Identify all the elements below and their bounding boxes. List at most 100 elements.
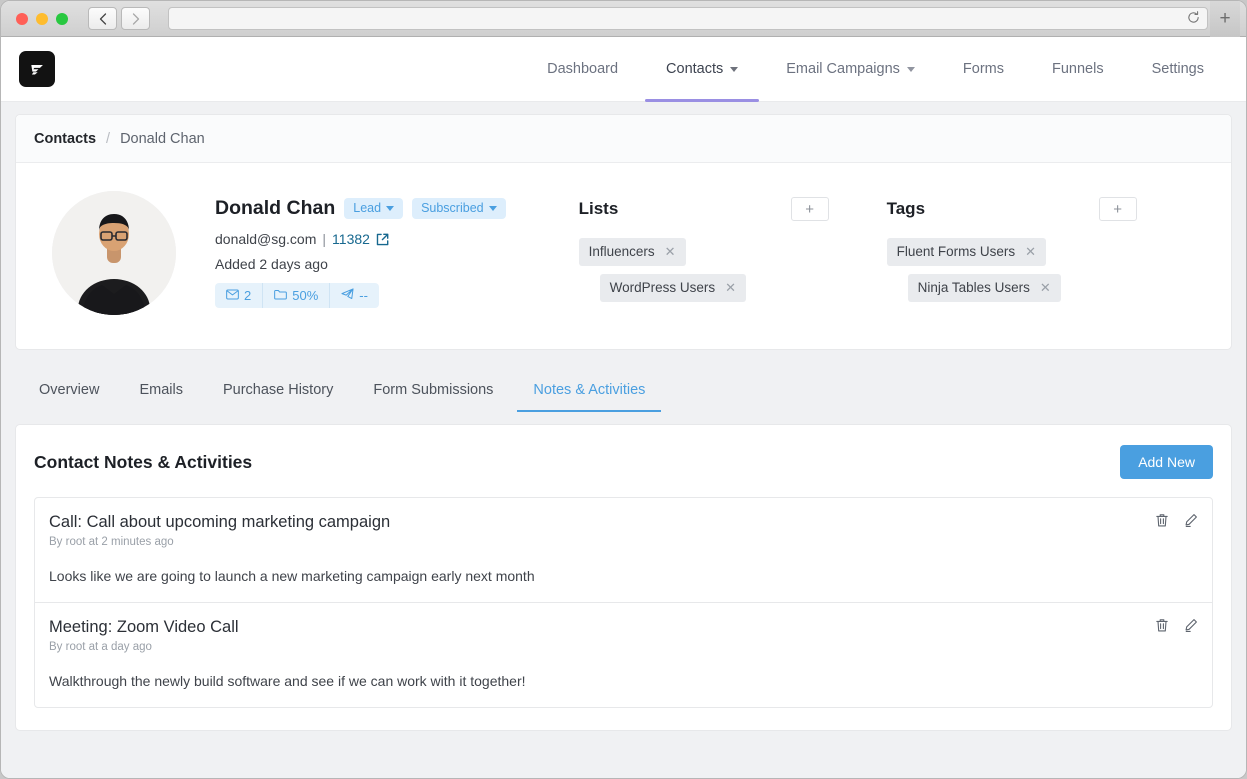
add-new-button[interactable]: Add New — [1120, 445, 1213, 479]
stat-emails[interactable]: 2 — [215, 283, 263, 308]
notes-card: Contact Notes & Activities Add New Call:… — [15, 424, 1232, 731]
nav-label: Email Campaigns — [786, 61, 900, 77]
list-chip-label: WordPress Users — [610, 280, 716, 295]
lists-title: Lists — [579, 199, 619, 219]
note-body: Walkthrough the newly build software and… — [49, 673, 1198, 689]
email-id-separator: | — [322, 231, 326, 247]
add-list-button[interactable]: + — [791, 197, 829, 221]
tab-emails[interactable]: Emails — [119, 368, 203, 412]
contact-id-link[interactable]: 11382 — [332, 231, 370, 247]
tab-label: Form Submissions — [373, 382, 493, 398]
nav-item-forms[interactable]: Forms — [939, 37, 1028, 102]
list-chip[interactable]: Influencers ✕ — [579, 238, 686, 266]
browser-window: + Dashboard Contacts Email Campaigns For… — [0, 0, 1247, 779]
chevron-down-icon — [489, 206, 497, 211]
note-item: Call: Call about upcoming marketing camp… — [35, 498, 1212, 602]
tags-title: Tags — [887, 199, 925, 219]
tab-notes-activities[interactable]: Notes & Activities — [513, 368, 665, 412]
note-actions — [1155, 513, 1198, 528]
reload-icon[interactable] — [1187, 11, 1200, 26]
note-body: Looks like we are going to launch a new … — [49, 568, 1198, 584]
main-navigation: Dashboard Contacts Email Campaigns Forms… — [523, 37, 1228, 102]
nav-label: Contacts — [666, 61, 723, 77]
lists-tags-panels: Lists + Influencers ✕ WordPress Users ✕ — [579, 191, 1137, 315]
contact-profile: Donald Chan Lead Subscribed donald@sg.co… — [16, 163, 1231, 349]
note-meta: By root at 2 minutes ago — [49, 536, 1198, 548]
nav-item-settings[interactable]: Settings — [1128, 37, 1228, 102]
avatar — [52, 191, 176, 315]
browser-chrome: + — [1, 1, 1246, 37]
pencil-icon[interactable] — [1184, 513, 1198, 528]
tag-chip[interactable]: Fluent Forms Users ✕ — [887, 238, 1046, 266]
folder-icon — [274, 288, 287, 303]
tab-label: Overview — [39, 382, 99, 398]
tab-form-submissions[interactable]: Form Submissions — [353, 368, 513, 412]
status-badge-label: Lead — [353, 201, 381, 215]
note-meta: By root at a day ago — [49, 641, 1198, 653]
nav-label: Settings — [1152, 61, 1204, 77]
minimize-window-button[interactable] — [36, 13, 48, 25]
tag-chip-label: Ninja Tables Users — [918, 280, 1030, 295]
app-header: Dashboard Contacts Email Campaigns Forms… — [1, 37, 1246, 102]
forward-button[interactable] — [121, 7, 150, 30]
remove-list-icon[interactable]: ✕ — [725, 281, 736, 294]
contact-email: donald@sg.com — [215, 231, 316, 247]
contact-email-row: donald@sg.com | 11382 — [215, 231, 506, 247]
tags-panel: Tags + Fluent Forms Users ✕ Ninja Tables… — [887, 197, 1137, 315]
breadcrumb-root[interactable]: Contacts — [34, 131, 96, 147]
list-chip[interactable]: WordPress Users ✕ — [600, 274, 746, 302]
nav-label: Dashboard — [547, 61, 618, 77]
nav-label: Funnels — [1052, 61, 1104, 77]
browser-nav-buttons — [88, 7, 150, 30]
chevron-down-icon — [386, 206, 394, 211]
note-title: Meeting: Zoom Video Call — [49, 618, 1198, 637]
breadcrumb: Contacts / Donald Chan — [16, 115, 1231, 163]
remove-list-icon[interactable]: ✕ — [665, 245, 676, 258]
pencil-icon[interactable] — [1184, 618, 1198, 633]
nav-item-email-campaigns[interactable]: Email Campaigns — [762, 37, 939, 102]
stat-open-rate[interactable]: 50% — [263, 283, 330, 308]
remove-tag-icon[interactable]: ✕ — [1040, 281, 1051, 294]
contact-profile-card: Contacts / Donald Chan — [15, 114, 1232, 350]
nav-item-contacts[interactable]: Contacts — [642, 37, 762, 102]
fluentcrm-logo-icon[interactable] — [19, 51, 55, 87]
notes-header: Contact Notes & Activities Add New — [34, 445, 1213, 479]
stat-click-rate[interactable]: -- — [330, 283, 379, 308]
tab-purchase-history[interactable]: Purchase History — [203, 368, 353, 412]
tags-panel-header: Tags + — [887, 197, 1137, 221]
new-tab-button[interactable]: + — [1210, 1, 1240, 37]
nav-label: Forms — [963, 61, 1004, 77]
nav-item-dashboard[interactable]: Dashboard — [523, 37, 642, 102]
chevron-down-icon — [907, 67, 915, 72]
page-body: Contacts / Donald Chan — [1, 102, 1246, 779]
notes-title: Contact Notes & Activities — [34, 452, 252, 473]
envelope-icon — [226, 288, 239, 303]
tab-overview[interactable]: Overview — [19, 368, 119, 412]
address-bar[interactable] — [168, 7, 1208, 30]
tab-label: Emails — [139, 382, 183, 398]
contact-tabs: Overview Emails Purchase History Form Su… — [15, 368, 1232, 412]
tag-chip[interactable]: Ninja Tables Users ✕ — [908, 274, 1061, 302]
maximize-window-button[interactable] — [56, 13, 68, 25]
status-badge-lead[interactable]: Lead — [344, 198, 403, 219]
tag-chip-label: Fluent Forms Users — [897, 244, 1016, 259]
add-tag-button[interactable]: + — [1099, 197, 1137, 221]
trash-icon[interactable] — [1155, 513, 1169, 528]
lists-panel: Lists + Influencers ✕ WordPress Users ✕ — [579, 197, 829, 315]
status-badge-subscribed[interactable]: Subscribed — [412, 198, 506, 219]
paper-plane-icon — [341, 288, 354, 303]
nav-item-funnels[interactable]: Funnels — [1028, 37, 1128, 102]
close-window-button[interactable] — [16, 13, 28, 25]
status-badge-label: Subscribed — [421, 201, 484, 215]
notes-list: Call: Call about upcoming marketing camp… — [34, 497, 1213, 708]
breadcrumb-separator: / — [106, 131, 110, 147]
contact-added-date: Added 2 days ago — [215, 256, 506, 272]
contact-name-row: Donald Chan Lead Subscribed — [215, 197, 506, 220]
breadcrumb-current: Donald Chan — [120, 131, 205, 147]
trash-icon[interactable] — [1155, 618, 1169, 633]
external-link-icon[interactable] — [376, 233, 389, 246]
back-button[interactable] — [88, 7, 117, 30]
list-chip-label: Influencers — [589, 244, 655, 259]
lists-panel-header: Lists + — [579, 197, 829, 221]
remove-tag-icon[interactable]: ✕ — [1025, 245, 1036, 258]
